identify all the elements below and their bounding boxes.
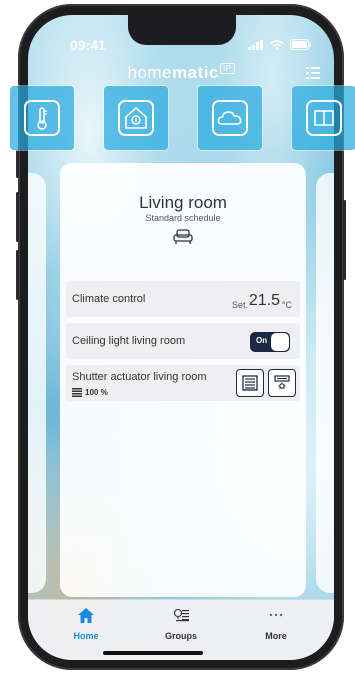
quick-tile-climate[interactable]: [10, 86, 74, 150]
status-icons: [248, 39, 312, 50]
tab-more-label: More: [265, 631, 287, 641]
setpoint-value: 21.5: [248, 292, 280, 309]
sofa-icon: [173, 229, 193, 244]
quick-tile-weather[interactable]: [198, 86, 262, 150]
window-icon: [306, 100, 342, 136]
quick-tile-home-status[interactable]: [104, 86, 168, 150]
signal-icon: [248, 39, 263, 50]
room-schedule: Standard schedule: [145, 213, 221, 223]
house-info-icon: [118, 100, 154, 136]
tab-home-label: Home: [73, 631, 99, 641]
camera-notch: [128, 15, 236, 45]
temperature-unit: °C: [281, 300, 292, 310]
home-indicator[interactable]: [103, 651, 203, 655]
shutter-open-sun-icon: [274, 375, 290, 389]
thermometer-icon: [24, 100, 60, 136]
previous-room-card[interactable]: [28, 173, 46, 593]
more-icon: [269, 613, 283, 617]
battery-icon: [290, 39, 311, 50]
app-logo: homematic IP: [28, 63, 334, 83]
tab-groups[interactable]: Groups: [141, 608, 221, 641]
shutter-close-button[interactable]: [236, 369, 264, 397]
toggle-knob: [271, 333, 289, 351]
home-icon: [78, 608, 94, 623]
groups-icon: [173, 608, 189, 622]
shutter-open-button[interactable]: [268, 369, 296, 397]
tab-more[interactable]: More: [236, 608, 316, 641]
setpoint-label: Set.: [231, 300, 248, 310]
climate-control-row[interactable]: Climate control Set. 21.5 °C: [66, 281, 300, 317]
shutter-level-value: 100 %: [85, 388, 108, 397]
tab-home[interactable]: Home: [46, 608, 126, 641]
cloud-icon: [212, 100, 248, 136]
side-button-left-2: [16, 192, 19, 242]
ceiling-light-toggle[interactable]: On: [250, 332, 290, 352]
side-button-left-3: [16, 250, 19, 300]
shutter-row: Shutter actuator living room 100 %: [66, 365, 300, 401]
logo-text-regular: home: [127, 63, 173, 82]
logo-text-bold: matic: [172, 63, 219, 82]
shutter-label: Shutter actuator living room: [72, 371, 207, 383]
quick-tile-windows[interactable]: [292, 86, 355, 150]
room-title: Living room: [139, 193, 227, 212]
tab-groups-label: Groups: [164, 631, 197, 641]
wifi-icon: [270, 39, 284, 50]
climate-control-label: Climate control: [72, 293, 146, 305]
room-card: Living room Standard schedule Climate co…: [60, 163, 306, 597]
toggle-state-label: On: [256, 336, 268, 345]
quick-access-bar: [10, 86, 355, 152]
next-room-card[interactable]: [316, 173, 334, 593]
shutter-level-icon: [72, 388, 82, 397]
shutter-level: 100 %: [72, 388, 108, 397]
tile-frame: [24, 100, 60, 136]
shutter-closed-icon: [242, 375, 258, 391]
logo-badge: IP: [219, 63, 235, 75]
side-button-right: [343, 200, 346, 280]
list-menu-icon[interactable]: [306, 67, 320, 79]
ceiling-light-label: Ceiling light living room: [72, 335, 186, 347]
status-time: 09:41: [70, 37, 106, 53]
side-button-left-1: [16, 150, 19, 178]
ceiling-light-row: Ceiling light living room On: [66, 323, 300, 359]
